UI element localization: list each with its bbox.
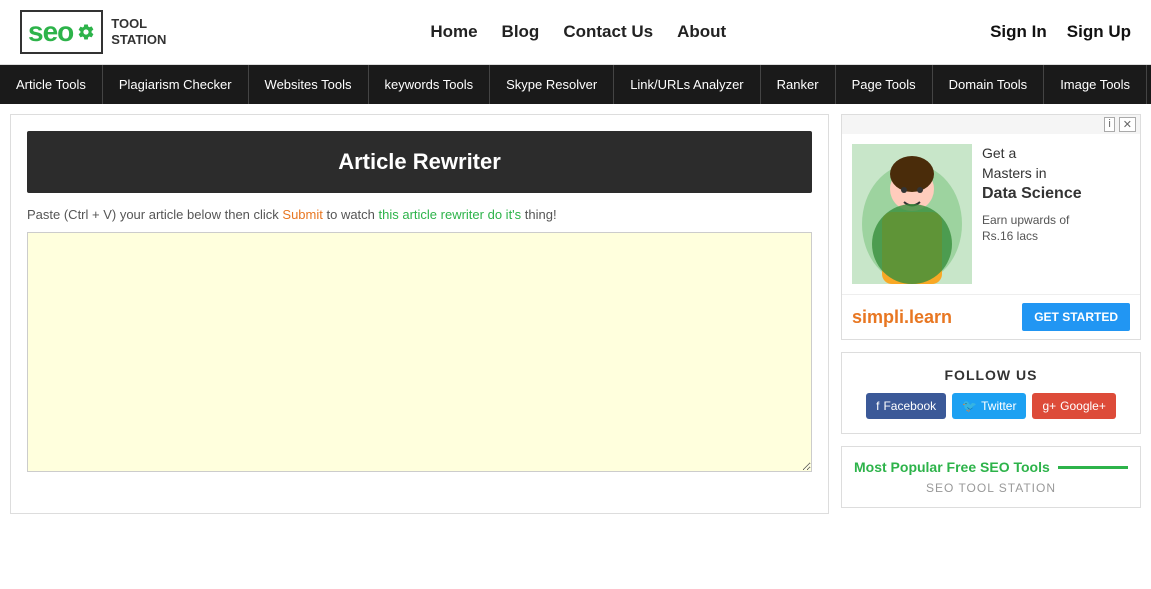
toolbar-page-tools[interactable]: Page Tools bbox=[836, 65, 933, 104]
popular-title-text: Most Popular Free SEO Tools bbox=[854, 459, 1050, 475]
ad-close-btn[interactable]: ✕ bbox=[1119, 117, 1136, 132]
facebook-button[interactable]: f Facebook bbox=[866, 393, 946, 419]
toolbar-domain-tools[interactable]: Domain Tools bbox=[933, 65, 1045, 104]
ad-close-bar: i ✕ bbox=[842, 115, 1140, 134]
popular-subtitle: SEO TOOL STATION bbox=[854, 481, 1128, 495]
article-title-bar: Article Rewriter bbox=[27, 131, 812, 193]
get-started-button[interactable]: GET STARTED bbox=[1022, 303, 1130, 331]
follow-box: FOLLOW US f Facebook 🐦 Twitter g+ Google… bbox=[841, 352, 1141, 434]
popular-box: Most Popular Free SEO Tools SEO TOOL STA… bbox=[841, 446, 1141, 508]
submit-link-text: Submit bbox=[282, 207, 322, 222]
nav-blog[interactable]: Blog bbox=[502, 22, 540, 42]
ad-data-science: Data Science bbox=[982, 183, 1082, 205]
popular-title-bar bbox=[1058, 466, 1128, 469]
ad-text-col: Get a Masters in Data Science Earn upwar… bbox=[982, 144, 1082, 245]
ad-image bbox=[852, 144, 972, 284]
social-buttons: f Facebook 🐦 Twitter g+ Google+ bbox=[856, 393, 1126, 419]
simplilearn-logo: simpli.learn bbox=[852, 307, 952, 328]
facebook-label: Facebook bbox=[883, 399, 936, 413]
google-plus-button[interactable]: g+ Google+ bbox=[1032, 393, 1115, 419]
toolbar-skype-resolver[interactable]: Skype Resolver bbox=[490, 65, 614, 104]
nav-contact[interactable]: Contact Us bbox=[563, 22, 653, 42]
toolbar-ranker[interactable]: Ranker bbox=[761, 65, 836, 104]
ad-earn: Earn upwards of Rs.16 lacs bbox=[982, 212, 1082, 246]
nav-home[interactable]: Home bbox=[430, 22, 477, 42]
its-link-text: it's bbox=[502, 207, 521, 222]
person-svg bbox=[852, 144, 972, 284]
ad-person-image bbox=[852, 144, 972, 284]
content-area: Article Rewriter Paste (Ctrl + V) your a… bbox=[10, 114, 829, 514]
facebook-icon: f bbox=[876, 399, 879, 413]
watch-link-text: this article rewriter do bbox=[379, 207, 503, 222]
ad-banner: i ✕ bbox=[841, 114, 1141, 340]
ad-masters: Masters in bbox=[982, 164, 1082, 184]
toolbar-websites-tools[interactable]: Websites Tools bbox=[249, 65, 369, 104]
toolbar-keywords-tools[interactable]: keywords Tools bbox=[369, 65, 491, 104]
signin-link[interactable]: Sign In bbox=[990, 22, 1047, 42]
popular-title: Most Popular Free SEO Tools bbox=[854, 459, 1128, 475]
twitter-icon: 🐦 bbox=[962, 399, 977, 413]
sidebar: i ✕ bbox=[841, 114, 1141, 514]
instructions-text: Paste (Ctrl + V) your article below then… bbox=[27, 207, 812, 222]
ad-content: Get a Masters in Data Science Earn upwar… bbox=[842, 134, 1140, 294]
signup-link[interactable]: Sign Up bbox=[1067, 22, 1131, 42]
header: seo TOOLSTATION Home Blog Contact Us Abo… bbox=[0, 0, 1151, 65]
logo-seo-text: seo bbox=[28, 16, 73, 48]
main-container: Article Rewriter Paste (Ctrl + V) your a… bbox=[0, 104, 1151, 524]
gear-icon bbox=[77, 23, 95, 41]
ad-earn-amount: Rs.16 lacs bbox=[982, 229, 1038, 243]
google-plus-icon: g+ bbox=[1042, 399, 1056, 413]
ad-get-a: Get a bbox=[982, 144, 1082, 164]
google-plus-label: Google+ bbox=[1060, 399, 1106, 413]
nav-about[interactable]: About bbox=[677, 22, 726, 42]
ad-bottom: simpli.learn GET STARTED bbox=[842, 294, 1140, 339]
toolbar-plagiarism-checker[interactable]: Plagiarism Checker bbox=[103, 65, 249, 104]
toolbar-link-urls-analyzer[interactable]: Link/URLs Analyzer bbox=[614, 65, 760, 104]
toolbar-nav: Article Tools Plagiarism Checker Website… bbox=[0, 65, 1151, 104]
article-textarea[interactable] bbox=[27, 232, 812, 472]
ad-earn-text: Earn upwards of bbox=[982, 213, 1069, 227]
ad-info-btn[interactable]: i bbox=[1104, 117, 1114, 132]
twitter-label: Twitter bbox=[981, 399, 1016, 413]
follow-title: FOLLOW US bbox=[856, 367, 1126, 383]
twitter-button[interactable]: 🐦 Twitter bbox=[952, 393, 1026, 419]
logo-text: TOOLSTATION bbox=[111, 16, 166, 47]
logo-area: seo TOOLSTATION bbox=[20, 10, 166, 54]
auth-links: Sign In Sign Up bbox=[990, 22, 1131, 42]
toolbar-article-tools[interactable]: Article Tools bbox=[0, 65, 103, 104]
toolbar-image-tools[interactable]: Image Tools bbox=[1044, 65, 1147, 104]
logo-box: seo bbox=[20, 10, 103, 54]
main-nav: Home Blog Contact Us About bbox=[430, 22, 726, 42]
